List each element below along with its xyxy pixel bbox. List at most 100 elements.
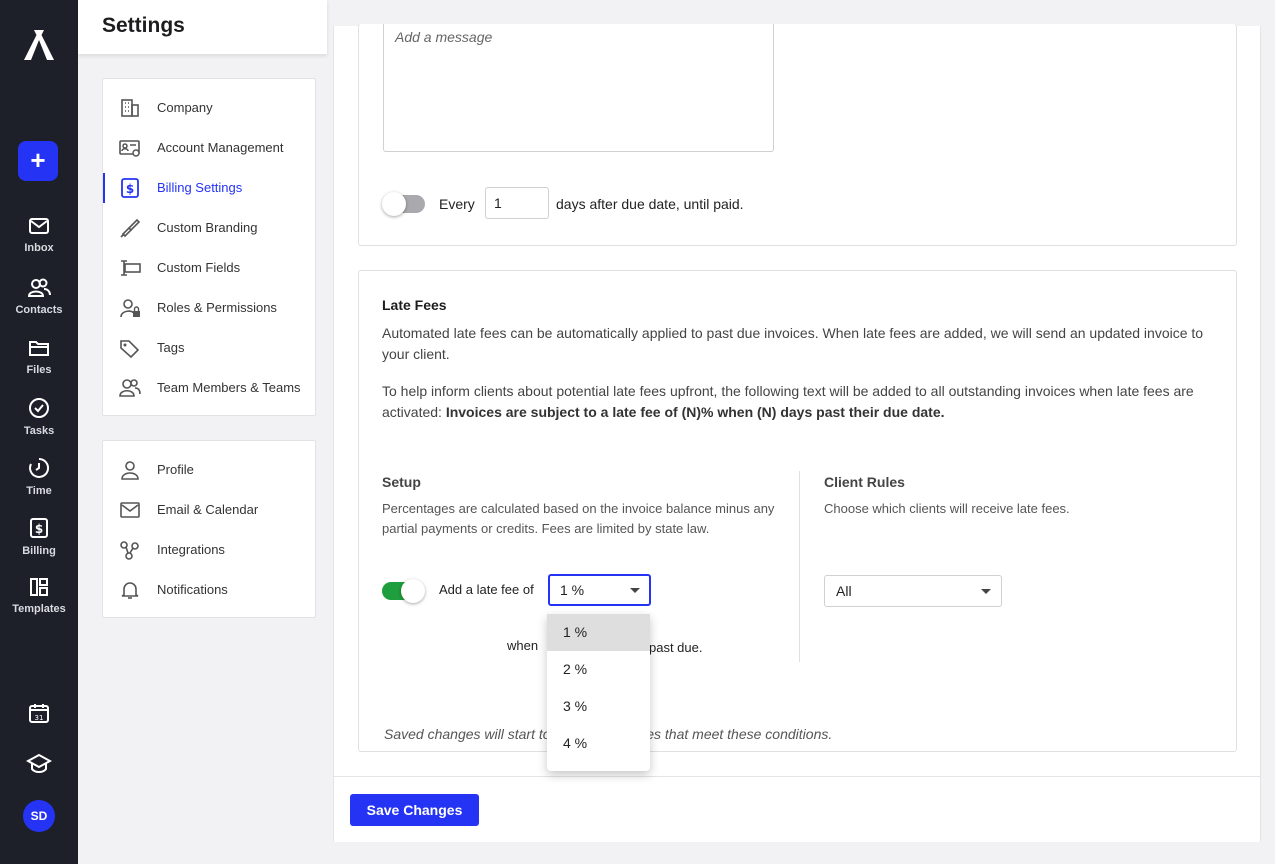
percent-option-3[interactable]: 3 % (547, 688, 650, 725)
svg-text:$: $ (35, 522, 43, 536)
app-rail: + Inbox Contacts Files Tasks Time $ Bill… (0, 0, 78, 864)
past-due-label: past due. (649, 640, 703, 655)
user-icon (121, 461, 139, 480)
clock-icon (29, 457, 50, 478)
text-field-icon (121, 260, 141, 276)
every-label: Every (439, 196, 475, 212)
nav-item-profile[interactable]: Profile (103, 455, 315, 485)
nav-item-label: Custom Fields (157, 260, 241, 275)
nav-item-team-members[interactable]: Team Members & Teams (103, 373, 315, 403)
client-rules-value: All (836, 583, 852, 599)
settings-nav-primary: Company Account Management $ Billing Set… (102, 78, 316, 416)
settings-main: Add a message Every 1 days after due dat… (333, 24, 1261, 842)
graduation-cap-icon[interactable] (26, 752, 52, 776)
rail-item-label: Templates (12, 603, 66, 615)
nav-item-label: Profile (157, 462, 194, 477)
setup-title: Setup (382, 474, 421, 490)
percent-option-1[interactable]: 1 % (547, 614, 650, 651)
late-fee-percent-value: 1 % (560, 582, 585, 598)
page-title: Settings (102, 14, 185, 37)
billing-icon: $ (30, 518, 48, 538)
calendar-icon[interactable]: 31 (28, 702, 50, 724)
late-fee-toggle[interactable] (382, 579, 425, 603)
rail-item-inbox[interactable]: Inbox (0, 216, 78, 254)
save-changes-button[interactable]: Save Changes (350, 794, 479, 826)
client-rules-select[interactable]: All (824, 575, 1002, 607)
late-fee-percent-menu: 1 % 2 % 3 % 4 % (547, 614, 650, 771)
rail-item-files[interactable]: Files (0, 338, 78, 376)
rail-item-templates[interactable]: Templates (0, 577, 78, 615)
nav-item-label: Account Management (157, 140, 284, 155)
nav-item-tags[interactable]: Tags (103, 333, 315, 363)
rail-item-label: Files (26, 364, 52, 376)
settings-footer: Save Changes (334, 776, 1260, 842)
bell-icon (121, 582, 139, 599)
percent-option-2[interactable]: 2 % (547, 651, 650, 688)
nav-item-email-calendar[interactable]: Email & Calendar (103, 495, 315, 525)
when-label: when (507, 638, 539, 653)
late-fees-inform-text: To help inform clients about potential l… (382, 381, 1212, 423)
late-fees-title: Late Fees (382, 297, 447, 313)
client-rules-description: Choose which clients will receive late f… (824, 501, 1070, 516)
id-card-gear-icon (119, 140, 140, 157)
mail-icon (120, 502, 140, 518)
inform-bold-text: Invoices are subject to a late fee of (N… (445, 404, 945, 420)
nav-item-label: Company (157, 100, 213, 115)
nav-item-company[interactable]: Company (103, 93, 315, 123)
late-fees-description: Automated late fees can be automatically… (382, 325, 1204, 362)
message-placeholder: Add a message (395, 29, 493, 45)
integrations-icon (120, 541, 139, 560)
toggle-knob (382, 192, 406, 216)
reminder-card: Add a message Every 1 days after due dat… (358, 24, 1237, 246)
svg-text:31: 31 (35, 714, 44, 722)
nav-item-roles-permissions[interactable]: Roles & Permissions (103, 293, 315, 323)
nav-item-notifications[interactable]: Notifications (103, 575, 315, 605)
nav-item-billing-settings[interactable]: $ Billing Settings (103, 173, 315, 203)
rail-item-tasks[interactable]: Tasks (0, 397, 78, 437)
reminder-repeat-toggle[interactable] (382, 192, 425, 216)
user-lock-icon (120, 299, 140, 318)
column-divider (799, 471, 800, 662)
reminder-message-input[interactable]: Add a message (383, 24, 774, 152)
late-fee-percent-select[interactable]: 1 % (548, 574, 651, 606)
settings-nav-secondary: Profile Email & Calendar Integrations No… (102, 440, 316, 618)
nav-item-custom-fields[interactable]: Custom Fields (103, 253, 315, 283)
rail-item-contacts[interactable]: Contacts (0, 278, 78, 316)
percent-option-4[interactable]: 4 % (547, 725, 650, 762)
add-late-fee-label: Add a late fee of (439, 582, 534, 597)
nav-item-label: Team Members & Teams (157, 380, 301, 395)
rail-item-time[interactable]: Time (0, 457, 78, 497)
folder-icon (29, 341, 49, 356)
settings-header: Settings (78, 0, 327, 54)
late-fees-card: Late Fees Automated late fees can be aut… (358, 270, 1237, 752)
reminder-days-input[interactable]: 1 (485, 187, 549, 219)
contacts-icon (27, 278, 51, 297)
client-rules-title: Client Rules (824, 474, 905, 490)
mail-icon (29, 218, 49, 234)
rail-item-label: Inbox (24, 242, 54, 254)
rail-item-label: Contacts (15, 304, 63, 316)
nav-item-account-management[interactable]: Account Management (103, 133, 315, 163)
nav-item-label: Tags (157, 340, 185, 355)
nav-item-integrations[interactable]: Integrations (103, 535, 315, 565)
tag-icon (120, 340, 140, 358)
app-logo-icon[interactable] (22, 28, 56, 62)
nav-item-label: Custom Branding (157, 220, 258, 235)
rail-item-label: Billing (22, 545, 56, 557)
after-due-label: days after due date, until paid. (556, 196, 744, 212)
user-avatar[interactable]: SD (23, 800, 55, 832)
nav-item-label: Roles & Permissions (157, 300, 277, 315)
templates-icon (30, 578, 48, 596)
nav-item-label: Billing Settings (157, 180, 243, 195)
building-icon (121, 99, 139, 117)
toggle-knob (401, 579, 425, 603)
nav-item-label: Email & Calendar (157, 502, 259, 517)
create-new-button[interactable]: + (18, 141, 58, 181)
nav-item-label: Integrations (157, 542, 225, 557)
svg-text:$: $ (126, 182, 134, 196)
nav-item-label: Notifications (157, 582, 228, 597)
rail-item-billing[interactable]: $ Billing (0, 517, 78, 557)
nav-item-custom-branding[interactable]: Custom Branding (103, 213, 315, 243)
rail-item-label: Time (26, 485, 52, 497)
chevron-down-icon (981, 589, 991, 594)
